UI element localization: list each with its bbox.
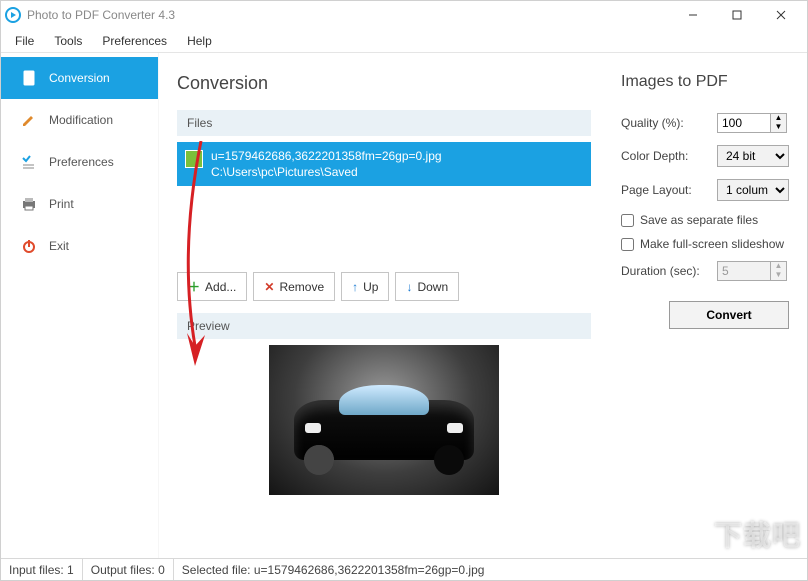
duration-spinner: ▲▼ xyxy=(717,261,789,281)
convert-button[interactable]: Convert xyxy=(669,301,789,329)
app-icon xyxy=(5,7,21,23)
up-button[interactable]: ↑ Up xyxy=(341,272,389,301)
page-layout-label: Page Layout: xyxy=(621,183,692,197)
quality-spinner[interactable]: ▲▼ xyxy=(717,113,789,133)
file-thumbnail-icon xyxy=(185,150,203,168)
status-output-files: Output files: 0 xyxy=(83,559,174,580)
maximize-button[interactable] xyxy=(715,1,759,29)
down-label: Down xyxy=(417,280,448,294)
cross-icon: ✕ xyxy=(264,280,274,294)
power-icon xyxy=(21,238,37,254)
sidebar-item-label: Modification xyxy=(49,113,113,127)
minimize-button[interactable] xyxy=(671,1,715,29)
duration-input xyxy=(717,261,771,281)
sidebar-item-conversion[interactable]: Conversion xyxy=(1,57,158,99)
menu-tools[interactable]: Tools xyxy=(44,31,92,51)
preview-image xyxy=(269,345,499,495)
right-title: Images to PDF xyxy=(621,73,789,91)
fullscreen-label: Make full-screen slideshow xyxy=(640,237,784,251)
sidebar-item-print[interactable]: Print xyxy=(1,183,158,225)
status-input-files: Input files: 1 xyxy=(1,559,83,580)
file-list[interactable]: u=1579462686,3622201358fm=26gp=0.jpg C:\… xyxy=(177,142,591,232)
file-actions: ＋ Add... ✕ Remove ↑ Up ↓ Down xyxy=(177,272,591,301)
arrow-up-icon: ↑ xyxy=(352,280,358,294)
quality-label: Quality (%): xyxy=(621,116,684,130)
preview-box xyxy=(177,345,591,495)
printer-icon xyxy=(21,196,37,212)
preview-header: Preview xyxy=(177,313,591,339)
remove-label: Remove xyxy=(279,280,324,294)
sidebar: Conversion Modification Preferences Prin… xyxy=(1,53,159,558)
statusbar: Input files: 1 Output files: 0 Selected … xyxy=(1,558,807,580)
sidebar-item-exit[interactable]: Exit xyxy=(1,225,158,267)
down-button[interactable]: ↓ Down xyxy=(395,272,459,301)
remove-button[interactable]: ✕ Remove xyxy=(253,272,335,301)
window-title: Photo to PDF Converter 4.3 xyxy=(27,8,671,22)
central-panel: Conversion Files u=1579462686,3622201358… xyxy=(159,53,609,558)
plus-icon: ＋ xyxy=(188,278,200,295)
menu-help[interactable]: Help xyxy=(177,31,222,51)
titlebar: Photo to PDF Converter 4.3 xyxy=(1,1,807,29)
add-label: Add... xyxy=(205,280,236,294)
page-title: Conversion xyxy=(177,73,591,94)
up-label: Up xyxy=(363,280,378,294)
add-button[interactable]: ＋ Add... xyxy=(177,272,247,301)
menu-preferences[interactable]: Preferences xyxy=(92,31,177,51)
sidebar-item-label: Preferences xyxy=(49,155,114,169)
sidebar-item-preferences[interactable]: Preferences xyxy=(1,141,158,183)
status-selected-file: Selected file: u=1579462686,3622201358fm… xyxy=(174,559,807,580)
file-name: u=1579462686,3622201358fm=26gp=0.jpg xyxy=(211,148,442,164)
spin-down-icon[interactable]: ▼ xyxy=(771,123,786,132)
sidebar-item-label: Exit xyxy=(49,239,69,253)
color-depth-select[interactable]: 24 bit xyxy=(717,145,789,167)
files-header: Files xyxy=(177,110,591,136)
menu-file[interactable]: File xyxy=(5,31,44,51)
page-layout-select[interactable]: 1 column xyxy=(717,179,789,201)
color-depth-label: Color Depth: xyxy=(621,149,688,163)
pencil-icon xyxy=(21,112,37,128)
arrow-down-icon: ↓ xyxy=(406,280,412,294)
save-separate-checkbox[interactable] xyxy=(621,214,634,227)
fullscreen-row[interactable]: Make full-screen slideshow xyxy=(621,237,789,251)
sidebar-item-modification[interactable]: Modification xyxy=(1,99,158,141)
right-panel: Images to PDF Quality (%): ▲▼ Color Dept… xyxy=(609,53,807,558)
checklist-icon xyxy=(21,154,37,170)
watermark: 下载吧 xyxy=(714,514,801,554)
file-path: C:\Users\pc\Pictures\Saved xyxy=(211,164,442,180)
close-button[interactable] xyxy=(759,1,803,29)
save-separate-label: Save as separate files xyxy=(640,213,758,227)
sidebar-item-label: Print xyxy=(49,197,74,211)
fullscreen-checkbox[interactable] xyxy=(621,238,634,251)
duration-label: Duration (sec): xyxy=(621,264,700,278)
sidebar-item-label: Conversion xyxy=(49,71,110,85)
save-separate-row[interactable]: Save as separate files xyxy=(621,213,789,227)
file-row[interactable]: u=1579462686,3622201358fm=26gp=0.jpg C:\… xyxy=(177,142,591,186)
quality-input[interactable] xyxy=(717,113,771,133)
spin-down-icon: ▼ xyxy=(771,271,786,280)
document-icon xyxy=(21,70,37,86)
menubar: File Tools Preferences Help xyxy=(1,29,807,53)
